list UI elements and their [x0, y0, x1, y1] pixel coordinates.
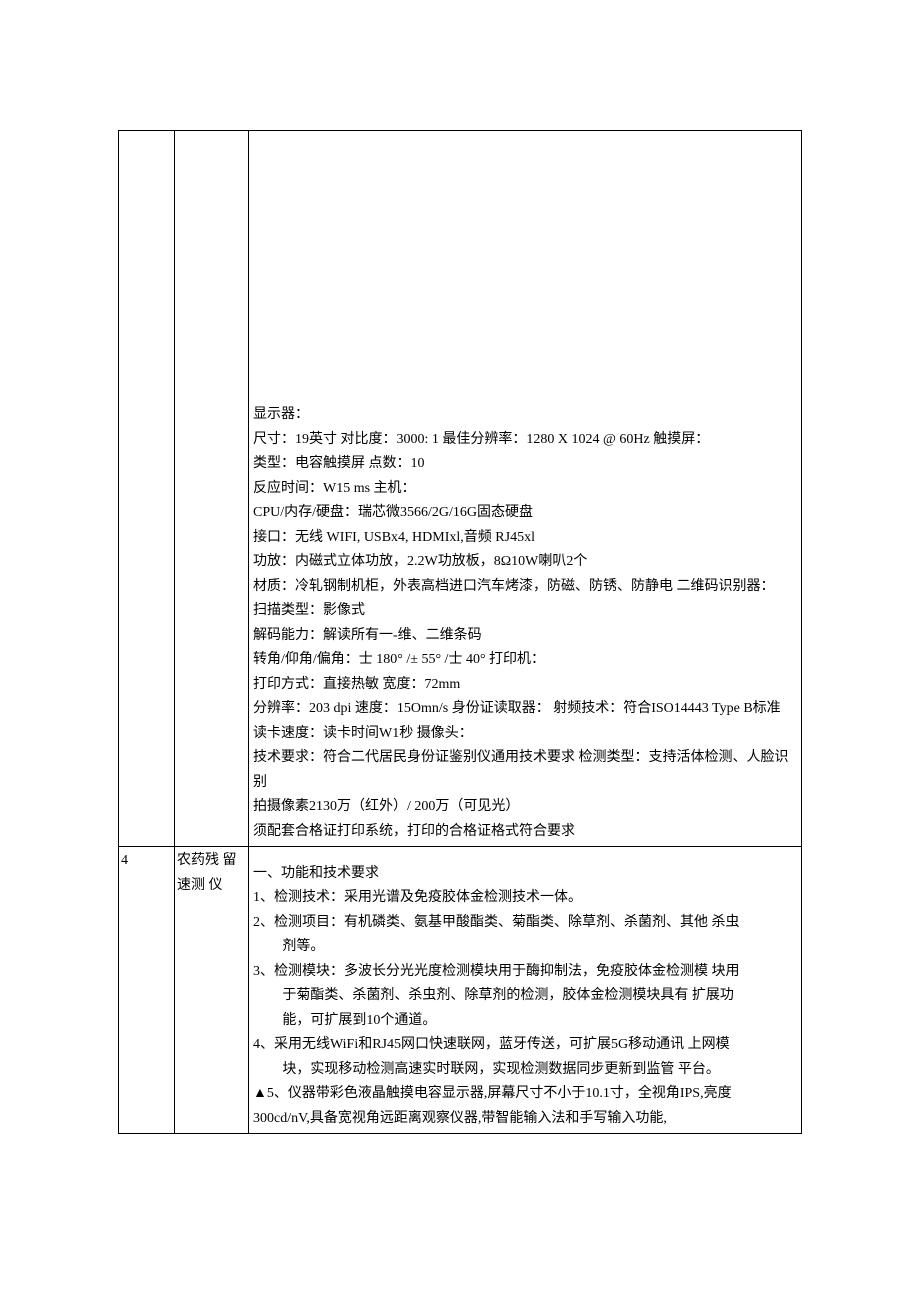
- cell-no: 4: [119, 847, 175, 1134]
- list-item: 2、检测项目：有机磷类、氨基甲酸酯类、菊酯类、除草剂、杀菌剂、其他 杀虫: [253, 911, 797, 936]
- cell-name: [175, 131, 249, 847]
- page: 显示器： 尺寸：19英寸 对比度：3000: 1 最佳分辨率：1280 X 10…: [0, 0, 920, 1301]
- spec-block: 一、功能和技术要求 1、检测技术：采用光谱及免疫胶体金检测技术一体。 2、检测项…: [251, 849, 799, 1131]
- spec-line: CPU/内存/硬盘：瑞芯微3566/2G/16G固态硬盘: [253, 501, 797, 526]
- list-item: 3、检测模块：多波长分光光度检测模块用于酶抑制法，免疫胶体金检测模 块用: [253, 960, 797, 985]
- spec-line: 尺寸：19英寸 对比度：3000: 1 最佳分辨率：1280 X 1024 @ …: [253, 428, 797, 453]
- spec-line: 类型：电容触摸屏 点数：10: [253, 452, 797, 477]
- spec-line: 解码能力：解读所有一-维、二维条码: [253, 624, 797, 649]
- list-item: 能，可扩展到10个通道。: [253, 1009, 797, 1034]
- spec-line: 分辨率：203 dpi 速度：15Omn/s 身份证读取器： 射频技术：符合IS…: [253, 697, 797, 746]
- list-item: 1、检测技术：采用光谱及免疫胶体金检测技术一体。: [253, 886, 797, 911]
- spec-line: 拍摄像素2130万（红外）/ 200万（可见光）: [253, 795, 797, 820]
- blank-line: [253, 849, 797, 862]
- list-item: 4、采用无线WiFi和RJ45网口快速联网，蓝牙传送，可扩展5G移动通讯 上网模: [253, 1033, 797, 1058]
- spec-line: 反应时间：W15 ms 主机：: [253, 477, 797, 502]
- spec-line: 转角/仰角/偏角：士 180° /± 55° /士 40° 打印机：: [253, 648, 797, 673]
- spec-table: 显示器： 尺寸：19英寸 对比度：3000: 1 最佳分辨率：1280 X 10…: [118, 130, 802, 1134]
- list-item: ▲5、仪器带彩色液晶触摸电容显示器,屏幕尺寸不小于10.1寸，全视角IPS,亮度: [253, 1082, 797, 1107]
- list-item: 剂等。: [253, 935, 797, 960]
- list-item: 于菊酯类、杀菌剂、杀虫剂、除草剂的检测，胶体金检测模块具有 扩展功: [253, 984, 797, 1009]
- spec-block: 显示器： 尺寸：19英寸 对比度：3000: 1 最佳分辨率：1280 X 10…: [251, 403, 799, 844]
- spec-line: 扫描类型：影像式: [253, 599, 797, 624]
- cell-name: 农药残 留速测 仪: [175, 847, 249, 1134]
- spec-line: 接口：无线 WIFI, USBx4, HDMIxl,音频 RJ45xl: [253, 526, 797, 551]
- list-item: 300cd/nV,具备宽视角远距离观察仪器,带智能输入法和手写输入功能,: [253, 1107, 797, 1132]
- table-row: 显示器： 尺寸：19英寸 对比度：3000: 1 最佳分辨率：1280 X 10…: [119, 131, 802, 847]
- list-item: 块，实现移动检测高速实时联网，实现检测数据同步更新到监管 平台。: [253, 1058, 797, 1083]
- spec-line: 须配套合格证打印系统，打印的合格证格式符合要求: [253, 820, 797, 845]
- spec-line: 功放：内磁式立体功放，2.2W功放板，8Ω10W喇叭2个: [253, 550, 797, 575]
- section-title: 一、功能和技术要求: [253, 862, 797, 887]
- blank-spacer: [251, 133, 799, 403]
- spec-line: 显示器：: [253, 403, 797, 428]
- spec-line: 技术要求：符合二代居民身份证鉴别仪通用技术要求 检测类型：支持活体检测、人脸识别: [253, 746, 797, 795]
- cell-desc: 显示器： 尺寸：19英寸 对比度：3000: 1 最佳分辨率：1280 X 10…: [249, 131, 802, 847]
- table-row: 4 农药残 留速测 仪 一、功能和技术要求 1、检测技术：采用光谱及免疫胶体金检…: [119, 847, 802, 1134]
- spec-line: 材质：冷轧钢制机柜，外表高档进口汽车烤漆，防磁、防锈、防静电 二维码识别器：: [253, 575, 797, 600]
- cell-no: [119, 131, 175, 847]
- spec-line: 打印方式：直接热敏 宽度：72mm: [253, 673, 797, 698]
- cell-desc: 一、功能和技术要求 1、检测技术：采用光谱及免疫胶体金检测技术一体。 2、检测项…: [249, 847, 802, 1134]
